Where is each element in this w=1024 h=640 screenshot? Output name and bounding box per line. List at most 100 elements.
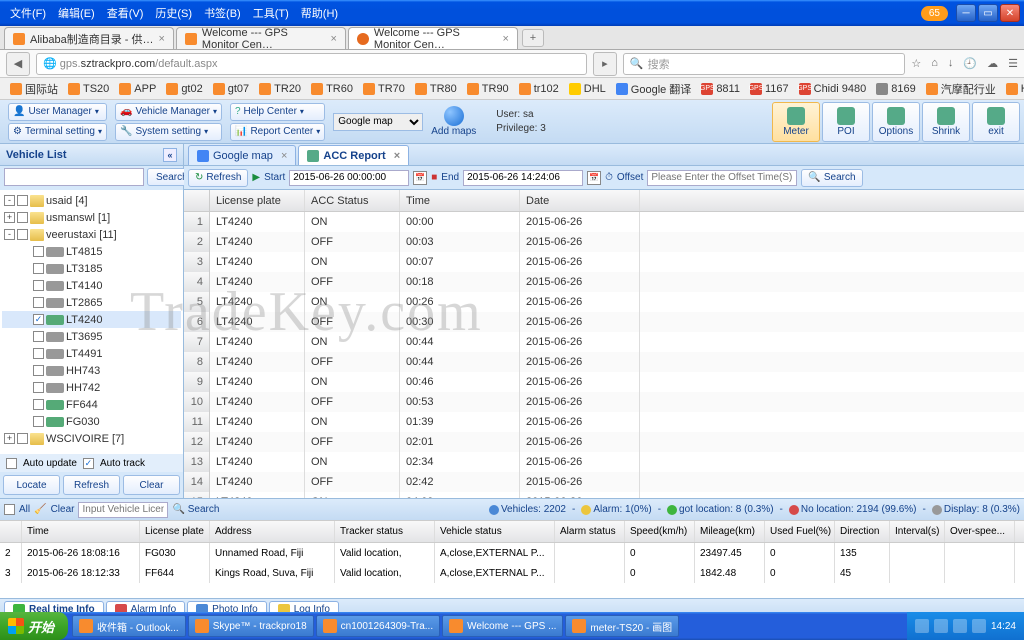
col-acc-status[interactable]: ACC Status xyxy=(305,190,400,211)
folder-checkbox[interactable] xyxy=(17,195,28,206)
help-center-button[interactable]: ? Help Center ▾ xyxy=(230,103,325,121)
grid-row[interactable]: 9LT4240ON00:462015-06-26 xyxy=(184,372,1024,392)
poi-button[interactable]: POI xyxy=(822,102,870,142)
tree-folder[interactable]: +usmanswl [1] xyxy=(2,209,181,226)
locate-button[interactable]: Locate xyxy=(3,475,60,495)
tree-vehicle[interactable]: LT3695 xyxy=(2,328,181,345)
grid-row[interactable]: 12LT4240OFF02:012015-06-26 xyxy=(184,432,1024,452)
tree-vehicle[interactable]: FG030 xyxy=(2,413,181,430)
tree-vehicle[interactable]: FF644 xyxy=(2,396,181,413)
bookmark-item[interactable]: TR70 xyxy=(359,81,409,97)
bottom-col-header[interactable]: Alarm status xyxy=(555,521,625,542)
tray-icon[interactable] xyxy=(953,619,967,633)
tree-vehicle[interactable]: HH743 xyxy=(2,362,181,379)
grid-row[interactable]: 15LT4240ON04:092015-06-26 xyxy=(184,492,1024,498)
grid-row[interactable]: 5LT4240ON00:262015-06-26 xyxy=(184,292,1024,312)
tree-folder[interactable]: -usaid [4] xyxy=(2,192,181,209)
bookmark-item[interactable]: TR60 xyxy=(307,81,357,97)
grid-row[interactable]: 14LT4240OFF02:422015-06-26 xyxy=(184,472,1024,492)
new-tab-button[interactable]: + xyxy=(522,29,544,47)
bookmark-item[interactable]: gt07 xyxy=(209,81,253,97)
collapse-button[interactable]: « xyxy=(163,148,177,162)
vehicle-filter-input[interactable] xyxy=(78,502,168,518)
download-icon[interactable]: ↓ xyxy=(948,57,954,70)
end-time-input[interactable] xyxy=(463,170,583,186)
bookmark-item[interactable]: GPS1167 xyxy=(746,81,793,97)
tray-icon[interactable] xyxy=(972,619,986,633)
grid-row[interactable]: 1LT4240ON00:002015-06-26 xyxy=(184,212,1024,232)
notification-badge[interactable]: 65 xyxy=(921,6,948,21)
tray-icon[interactable] xyxy=(915,619,929,633)
account-icon[interactable]: ☁ xyxy=(987,57,998,70)
tree-vehicle[interactable]: LT2865 xyxy=(2,294,181,311)
bookmark-item[interactable]: 8169 xyxy=(872,81,919,97)
tab-close-icon[interactable]: × xyxy=(394,150,400,162)
grid-row[interactable]: 8LT4240OFF00:442015-06-26 xyxy=(184,352,1024,372)
bookmark-item[interactable]: DHL xyxy=(565,81,610,97)
map-provider-select[interactable]: Google map xyxy=(333,113,423,131)
bookmark-item[interactable]: TS20 xyxy=(64,81,113,97)
query-search-button[interactable]: 🔍 Search xyxy=(801,169,862,187)
expand-icon[interactable]: + xyxy=(4,433,15,444)
folder-checkbox[interactable] xyxy=(17,212,28,223)
options-button[interactable]: Options xyxy=(872,102,920,142)
bookmark-item[interactable]: GPS8811 xyxy=(697,81,744,97)
bottom-col-header[interactable]: Speed(km/h) xyxy=(625,521,695,542)
bookmark-item[interactable]: tr102 xyxy=(515,81,563,97)
tree-vehicle[interactable]: ✓LT4240 xyxy=(2,311,181,328)
start-time-input[interactable] xyxy=(289,170,409,186)
bookmark-item[interactable]: HOKO xyxy=(1002,81,1024,97)
grid-row[interactable]: 7LT4240ON00:442015-06-26 xyxy=(184,332,1024,352)
vehicle-checkbox[interactable] xyxy=(33,399,44,410)
taskbar-item[interactable]: Skype™ - trackpro18 xyxy=(188,615,314,637)
browser-tab[interactable]: Alibaba制造商目录 - 供…× xyxy=(4,27,174,49)
history-icon[interactable]: 🕘 xyxy=(963,57,977,70)
tab-close-icon[interactable]: × xyxy=(281,150,287,162)
vehicle-checkbox[interactable] xyxy=(33,280,44,291)
window-menu-item[interactable]: 文件(F) xyxy=(4,3,52,23)
window-menu-item[interactable]: 工具(T) xyxy=(247,3,295,23)
grid-row[interactable]: 4LT4240OFF00:182015-06-26 xyxy=(184,272,1024,292)
browser-search[interactable]: 🔍 搜索 xyxy=(623,53,905,75)
grid-row[interactable]: 13LT4240ON02:342015-06-26 xyxy=(184,452,1024,472)
bottom-col-header[interactable]: Interval(s) xyxy=(890,521,945,542)
window-menu-item[interactable]: 编辑(E) xyxy=(52,3,101,23)
browser-tab[interactable]: Welcome --- GPS Monitor Cen…× xyxy=(348,27,518,49)
clear-button[interactable]: Clear xyxy=(123,475,180,495)
bottom-col-header[interactable]: Tracker status xyxy=(335,521,435,542)
start-calendar-icon[interactable]: 📅 xyxy=(413,171,427,185)
clear-label[interactable]: Clear xyxy=(51,504,75,515)
browser-tab[interactable]: Welcome --- GPS Monitor Cen…× xyxy=(176,27,346,49)
grid-row[interactable]: 10LT4240OFF00:532015-06-26 xyxy=(184,392,1024,412)
user-manager-button[interactable]: 👤 User Manager ▾ xyxy=(8,103,107,121)
terminal-setting-button[interactable]: ⚙ Terminal setting ▾ xyxy=(8,123,107,141)
taskbar-item[interactable]: Welcome --- GPS ... xyxy=(442,615,563,637)
clear-icon[interactable]: 🧹 xyxy=(34,504,46,515)
system-setting-button[interactable]: 🔧 System setting ▾ xyxy=(115,123,222,141)
window-menu-item[interactable]: 查看(V) xyxy=(101,3,150,23)
bottom-search-button[interactable]: 🔍 Search xyxy=(172,504,219,515)
tree-vehicle[interactable]: HH742 xyxy=(2,379,181,396)
col-date[interactable]: Date xyxy=(520,190,640,211)
grid-row[interactable]: 2LT4240OFF00:032015-06-26 xyxy=(184,232,1024,252)
grid-row[interactable]: 6LT4240OFF00:302015-06-26 xyxy=(184,312,1024,332)
bookmark-item[interactable]: TR20 xyxy=(255,81,305,97)
exit-button[interactable]: exit xyxy=(972,102,1020,142)
close-button[interactable]: ✕ xyxy=(1000,4,1020,22)
tree-vehicle[interactable]: LT3185 xyxy=(2,260,181,277)
bookmark-item[interactable]: 国际站 xyxy=(6,79,62,99)
bottom-col-header[interactable]: Address xyxy=(210,521,335,542)
expand-icon[interactable]: - xyxy=(4,229,15,240)
grid-row[interactable]: 3LT4240ON00:072015-06-26 xyxy=(184,252,1024,272)
bottom-col-header[interactable] xyxy=(0,521,22,542)
bookmark-item[interactable]: APP xyxy=(115,81,160,97)
expand-icon[interactable]: + xyxy=(4,212,15,223)
vehicle-checkbox[interactable] xyxy=(33,416,44,427)
menu-icon[interactable]: ☰ xyxy=(1008,57,1018,70)
tab-close-icon[interactable]: × xyxy=(502,33,508,45)
vehicle-checkbox[interactable] xyxy=(33,365,44,376)
grid-row[interactable]: 11LT4240ON01:392015-06-26 xyxy=(184,412,1024,432)
bottom-col-header[interactable]: Direction xyxy=(835,521,890,542)
vehicle-checkbox[interactable] xyxy=(33,382,44,393)
window-menu-item[interactable]: 帮助(H) xyxy=(295,3,344,23)
